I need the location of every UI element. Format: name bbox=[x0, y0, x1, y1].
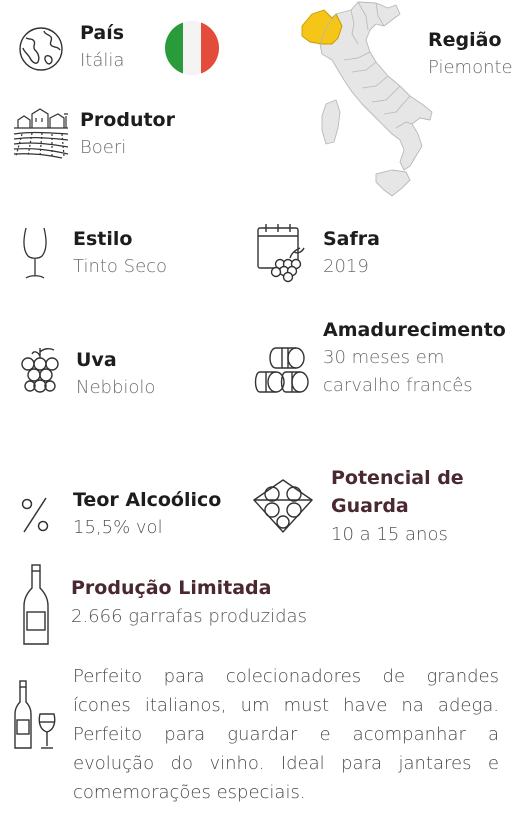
vintage-value: 2019 bbox=[323, 256, 369, 277]
globe-icon bbox=[18, 26, 64, 72]
grape-label: Uva bbox=[76, 349, 117, 371]
aging-label: Amadurecimento bbox=[323, 319, 506, 341]
calendar-grapes-icon bbox=[256, 222, 308, 283]
production-label: Produção Limitada bbox=[71, 577, 272, 599]
wine-glass-icon bbox=[20, 226, 50, 282]
vineyard-icon bbox=[12, 106, 70, 159]
italy-map-icon bbox=[296, 0, 436, 205]
vintage-label: Safra bbox=[323, 228, 380, 250]
cellar-label-line1: Potencial de bbox=[331, 467, 464, 489]
aging-value-line1: 30 meses em bbox=[323, 347, 445, 368]
country-value: Itália bbox=[80, 50, 125, 71]
country-label: País bbox=[80, 22, 125, 44]
bottle-icon bbox=[22, 564, 50, 646]
region-value: Piemonte bbox=[428, 57, 513, 78]
bottle-and-glass-icon bbox=[14, 680, 60, 750]
style-value: Tinto Seco bbox=[73, 256, 168, 277]
producer-label: Produtor bbox=[80, 109, 175, 131]
aging-value-line2: carvalho francês bbox=[323, 375, 473, 396]
cellar-label-line2: Guarda bbox=[331, 495, 409, 517]
grapes-icon bbox=[20, 346, 60, 400]
bottle-rack-icon bbox=[252, 478, 314, 536]
production-value: 2.666 garrafas produzidas bbox=[71, 606, 307, 627]
cellar-value: 10 a 15 anos bbox=[331, 524, 448, 545]
producer-value: Boeri bbox=[80, 137, 127, 158]
description-text: Perfeito para colecionadores de grandes … bbox=[73, 666, 499, 803]
grape-value: Nebbiolo bbox=[76, 377, 156, 398]
percent-icon bbox=[20, 496, 50, 534]
region-label: Região bbox=[428, 29, 502, 51]
alcohol-value: 15,5% vol bbox=[73, 517, 163, 538]
alcohol-label: Teor Alcoólico bbox=[73, 489, 222, 511]
italy-flag-icon bbox=[164, 20, 220, 76]
barrels-icon bbox=[254, 346, 312, 398]
style-label: Estilo bbox=[73, 228, 133, 250]
